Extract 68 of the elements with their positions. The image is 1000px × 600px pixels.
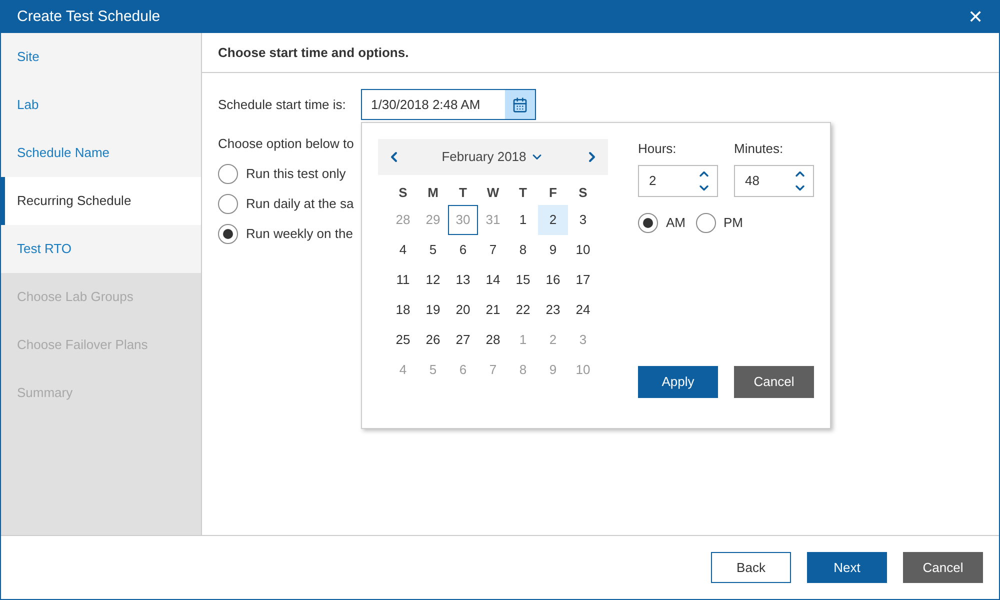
- calendar-day[interactable]: 9: [538, 235, 568, 265]
- month-selector[interactable]: February 2018: [442, 147, 544, 167]
- calendar-day[interactable]: 20: [448, 295, 478, 325]
- radio-button[interactable]: [218, 224, 238, 244]
- section-header: Choose start time and options.: [218, 44, 409, 62]
- footer-button[interactable]: Next: [807, 552, 887, 583]
- calendar-day[interactable]: 12: [418, 265, 448, 295]
- field-label: Hours:: [638, 140, 678, 158]
- calendar-day[interactable]: 15: [508, 265, 538, 295]
- calendar-day[interactable]: 6: [448, 235, 478, 265]
- field-label: Minutes:: [734, 140, 784, 158]
- radio-label[interactable]: AM: [666, 212, 686, 232]
- calendar-icon: [512, 96, 528, 112]
- calendar-day[interactable]: 23: [538, 295, 568, 325]
- popup-button[interactable]: Apply: [638, 366, 718, 398]
- calendar-day[interactable]: 11: [388, 265, 418, 295]
- radio-button[interactable]: [218, 164, 238, 184]
- calendar-day[interactable]: 4: [388, 235, 418, 265]
- calendar-day[interactable]: 14: [478, 265, 508, 295]
- popup-button[interactable]: Cancel: [734, 366, 814, 398]
- weekday-label: M: [426, 184, 440, 202]
- calendar-day[interactable]: 26: [418, 325, 448, 355]
- radio-button[interactable]: [638, 212, 658, 232]
- radio-button[interactable]: [218, 194, 238, 214]
- calendar-day[interactable]: 2: [538, 205, 568, 235]
- window-title: Create Test Schedule: [17, 6, 160, 27]
- calendar-day[interactable]: 8: [508, 235, 538, 265]
- radio-label[interactable]: PM: [724, 212, 743, 232]
- calendar-button[interactable]: [505, 90, 535, 119]
- calendar-day[interactable]: 16: [538, 265, 568, 295]
- calendar-day[interactable]: 24: [568, 295, 598, 325]
- weekday-label: F: [548, 184, 558, 202]
- instruction-text: Choose option below to: [218, 135, 354, 153]
- radio-label[interactable]: Run weekly on the: [246, 224, 353, 244]
- close-button[interactable]: ✕: [968, 8, 983, 26]
- weekday-label: W: [486, 184, 500, 202]
- step-item[interactable]: Recurring Schedule: [1, 177, 201, 225]
- radio-button[interactable]: [696, 212, 716, 232]
- weekday-label: T: [518, 184, 528, 202]
- step-item[interactable]: Test RTO: [1, 225, 201, 273]
- number-field[interactable]: 48: [734, 164, 814, 196]
- weekday-label: S: [578, 184, 588, 202]
- calendar-day[interactable]: 10: [568, 235, 598, 265]
- step-item[interactable]: Site: [1, 33, 201, 81]
- calendar-day[interactable]: 18: [388, 295, 418, 325]
- calendar-day[interactable]: 19: [418, 295, 448, 325]
- footer-button[interactable]: Back: [711, 552, 791, 583]
- radio-label[interactable]: Run daily at the sa: [246, 194, 354, 214]
- calendar-day[interactable]: 22: [508, 295, 538, 325]
- number-field[interactable]: 2: [638, 164, 718, 196]
- calendar-day[interactable]: 3: [568, 205, 598, 235]
- weekday-label: T: [458, 184, 468, 202]
- weekday-label: S: [398, 184, 408, 202]
- calendar-day[interactable]: 21: [478, 295, 508, 325]
- footer-button[interactable]: Cancel: [903, 552, 983, 583]
- step-item[interactable]: Schedule Name: [1, 129, 201, 177]
- radio-label[interactable]: Run this test only: [246, 164, 346, 184]
- calendar-day[interactable]: 5: [418, 235, 448, 265]
- calendar-day[interactable]: 27: [448, 325, 478, 355]
- calendar-day[interactable]: 17: [568, 265, 598, 295]
- date-time-field[interactable]: 1/30/2018 2:48 AM: [361, 89, 536, 120]
- calendar-day[interactable]: 25: [388, 325, 418, 355]
- field-label: Schedule start time is:: [218, 96, 347, 114]
- calendar-day[interactable]: 1: [508, 205, 538, 235]
- step-item[interactable]: Lab: [1, 81, 201, 129]
- calendar-day[interactable]: 28: [478, 325, 508, 355]
- calendar-day[interactable]: 13: [448, 265, 478, 295]
- calendar-day[interactable]: 7: [478, 235, 508, 265]
